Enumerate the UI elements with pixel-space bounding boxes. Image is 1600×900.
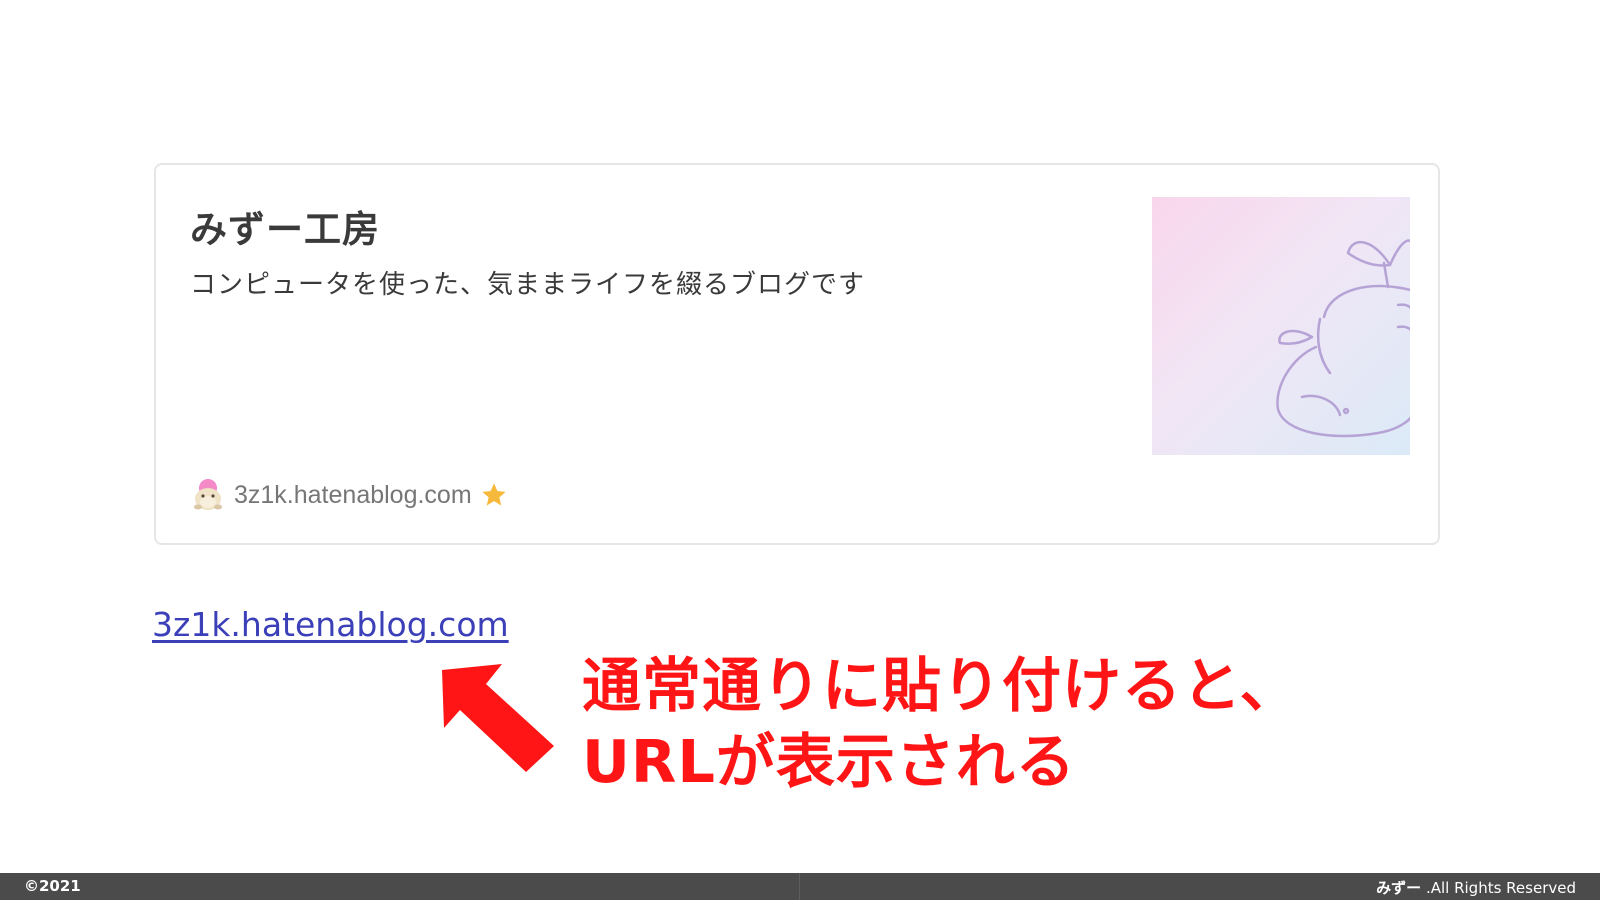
- footer-divider: [799, 873, 800, 900]
- annotation-line-1: 通常通りに貼り付けると、: [582, 651, 1300, 720]
- annotation-text: 通常通りに貼り付けると、 URLが表示される: [582, 648, 1300, 800]
- card-footer: 3z1k.hatenablog.com: [190, 475, 508, 515]
- mascot-illustration-icon: [1276, 239, 1410, 438]
- annotation-line-2: URLが表示される: [582, 727, 1076, 796]
- plain-url-link[interactable]: 3z1k.hatenablog.com: [152, 605, 509, 644]
- footer-rights-text: .All Rights Reserved: [1421, 879, 1576, 897]
- arrow-up-left-icon: [442, 664, 554, 772]
- footer-bar: ©2021 みずー .All Rights Reserved: [0, 873, 1600, 900]
- character-avatar-icon: [194, 479, 222, 510]
- footer-rights: みずー .All Rights Reserved: [1376, 877, 1576, 898]
- star-icon[interactable]: [480, 481, 508, 509]
- card-thumbnail[interactable]: [1152, 197, 1410, 455]
- footer-author: みずー: [1376, 879, 1422, 897]
- card-description: コンピュータを使った、気ままライフを綴るブログです: [190, 270, 866, 300]
- card-title[interactable]: みずー工房: [190, 199, 380, 253]
- blog-card[interactable]: みずー工房 コンピュータを使った、気ままライフを綴るブログです 3z1k.hat…: [154, 163, 1440, 545]
- footer-copyright: ©2021: [24, 877, 81, 895]
- card-domain[interactable]: 3z1k.hatenablog.com: [234, 481, 472, 510]
